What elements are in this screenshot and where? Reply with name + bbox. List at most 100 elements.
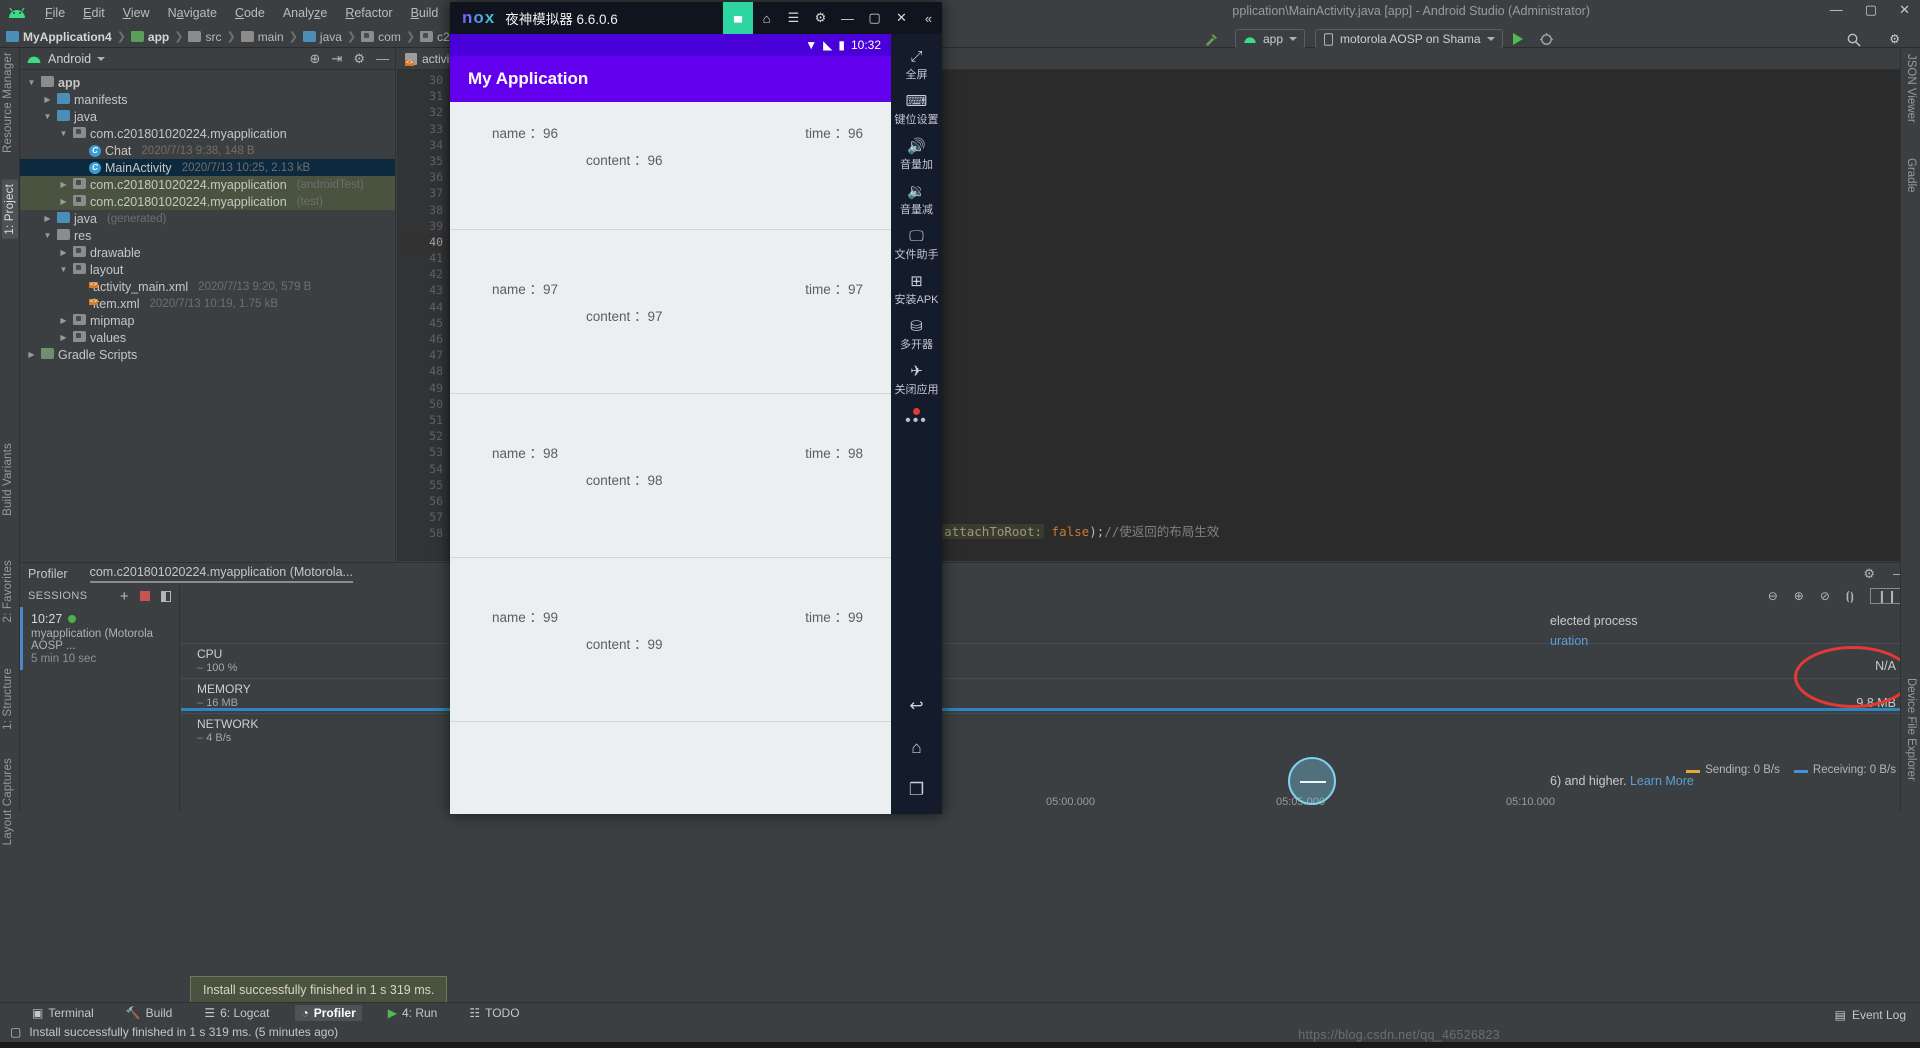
gutter-line[interactable]: 39◉ [397,218,443,234]
menu-navigate[interactable]: Navigate [159,3,226,23]
home-icon[interactable]: ⌂ [911,738,921,758]
gutter-line[interactable]: 38 [397,202,443,218]
back-icon[interactable]: ↩ [909,696,923,716]
tree-node[interactable]: ▶com.c201801020224.myapplication(android… [20,176,395,193]
tab-logcat[interactable]: ☰6: Logcat [198,1005,275,1021]
gutter-line[interactable]: 48 [397,363,443,379]
tree-node[interactable]: ▼layout [20,261,395,278]
search-everywhere-icon[interactable] [1840,29,1867,49]
tree-expand-arrow[interactable]: ▶ [42,95,53,104]
tree-expand-arrow[interactable]: ▶ [58,248,69,257]
nox-home-icon[interactable]: ⌂ [753,2,780,34]
keymap-icon[interactable]: ⌨键位设置 [891,87,942,132]
gutter-line[interactable]: 50 [397,396,443,412]
gear-icon[interactable]: ⚙ [353,51,365,67]
emulator-screen[interactable]: ▼ ◣ ▮ 10:32 My Application name ：96time … [450,34,891,814]
module-selector[interactable]: app [1235,29,1305,49]
file-assistant-icon[interactable]: 🖵文件助手 [891,222,942,267]
tab-run[interactable]: ▶4: Run [382,1005,444,1021]
menu-refactor[interactable]: Refactor [336,3,401,23]
tab-build-variants[interactable]: Build Variants [2,443,14,516]
breadcrumb-item-app[interactable]: app [131,30,169,44]
minimize-icon[interactable]: — [1830,2,1843,18]
breadcrumb-item-project[interactable]: MyApplication4 [6,30,112,44]
breadcrumb-item-main[interactable]: main [241,30,284,44]
tree-expand-arrow[interactable]: ▶ [26,350,37,359]
volume-down-icon[interactable]: 🔉音量减 [891,177,942,222]
gutter-line[interactable]: 55 [397,477,443,493]
list-item[interactable]: name ：98time ：98content ：98 [450,394,891,558]
gutter-line[interactable]: 46 [397,331,443,347]
gutter-line[interactable]: 49◉ [397,380,443,396]
tab-structure[interactable]: 1: Structure [2,668,14,730]
tab-gradle[interactable]: Gradle [1905,158,1917,193]
editor-gutter[interactable]: 30313233343536373839◉4041424344◉45464748… [397,70,449,561]
tree-node[interactable]: CChat2020/7/13 9:38, 148 B [20,142,395,159]
project-tree[interactable]: ▼app▶manifests▼java▼com.c201801020224.my… [20,70,395,363]
menu-code[interactable]: Code [226,3,274,23]
recents-icon[interactable]: ❐ [909,780,924,800]
tree-expand-arrow[interactable]: ▶ [58,333,69,342]
tab-project[interactable]: 1: Project [2,180,18,239]
event-log-button[interactable]: ▤Event Log [1835,1008,1906,1022]
gutter-line[interactable]: 35 [397,153,443,169]
list-item[interactable]: name ：97time ：97content ：97 [450,230,891,394]
tree-expand-arrow[interactable]: ▶ [58,180,69,189]
session-item[interactable]: 10:27 myapplication (Motorola AOSP ... 5… [20,607,179,670]
gutter-line[interactable]: 44◉ [397,299,443,315]
debug-button[interactable] [1533,29,1560,49]
breadcrumb-item-java[interactable]: java [303,30,342,44]
breadcrumb-item-src[interactable]: src [188,30,221,44]
fullscreen-icon[interactable]: ⤢全屏 [891,42,942,87]
menu-view[interactable]: View [114,3,159,23]
gutter-line[interactable]: 34 [397,137,443,153]
tree-node[interactable]: ▼res [20,227,395,244]
tree-node[interactable]: ▶java(generated) [20,210,395,227]
gutter-line[interactable]: 33 [397,121,443,137]
hide-icon[interactable]: — [376,51,389,66]
project-view-selector[interactable]: Android [26,52,105,66]
gutter-line[interactable]: 42 [397,266,443,282]
tree-node[interactable]: ▶drawable [20,244,395,261]
breadcrumb-item-com[interactable]: com [361,30,401,44]
tab-device-file-explorer[interactable]: Device File Explorer [1905,678,1917,781]
menu-edit[interactable]: Edit [74,3,114,23]
close-app-icon[interactable]: ✈关闭应用 [891,357,942,402]
tree-expand-arrow[interactable]: ▼ [58,129,69,138]
tree-node[interactable]: ▼app [20,74,395,91]
settings-gear-icon[interactable]: ⚙ [1883,29,1906,49]
device-selector[interactable]: motorola AOSP on Shama [1315,29,1503,49]
close-icon[interactable]: ✕ [1899,2,1910,18]
tree-node[interactable]: CMainActivity2020/7/13 10:25, 2.13 kB [20,159,395,176]
menu-file[interactable]: File [36,3,74,23]
build-hammer-icon[interactable] [1198,29,1225,49]
nox-minimize-icon[interactable]: — [834,2,861,34]
gutter-line[interactable]: 56 [397,493,443,509]
gutter-line[interactable]: 41 [397,250,443,266]
tree-node[interactable]: ▼java [20,108,395,125]
nox-maximize-icon[interactable]: ▢ [861,2,888,34]
gutter-line[interactable]: 51 [397,412,443,428]
tree-expand-arrow[interactable]: ▼ [58,265,69,274]
maximize-icon[interactable]: ▢ [1865,2,1877,18]
gutter-line[interactable]: 54 [397,461,443,477]
tree-expand-arrow[interactable]: ▼ [42,231,53,240]
menu-analyze[interactable]: Analyze [274,3,336,23]
add-session-icon[interactable]: + [120,588,129,605]
stop-session-icon[interactable] [140,591,150,601]
gutter-line[interactable]: 58 [397,525,443,541]
gutter-line[interactable]: 57 [397,509,443,525]
list-item[interactable]: name ：99time ：99content ：99 [450,558,891,722]
tab-favorites[interactable]: 2: Favorites [2,560,14,622]
nox-close-icon[interactable]: ✕ [888,2,915,34]
locate-icon[interactable]: ⊕ [310,51,321,67]
install-apk-icon[interactable]: ⊞安装APK [891,267,942,312]
gutter-line[interactable]: 47 [397,347,443,363]
tree-node[interactable]: ▶Gradle Scripts [20,346,395,363]
gutter-line[interactable]: 31 [397,88,443,104]
nox-collapse-sidebar-icon[interactable]: « [915,2,942,34]
tab-layout-captures[interactable]: Layout Captures [2,758,14,845]
tab-todo[interactable]: ☷TODO [463,1005,525,1021]
tree-node[interactable]: ▶com.c201801020224.myapplication(test) [20,193,395,210]
multi-instance-icon[interactable]: ⛁多开器 [891,312,942,357]
